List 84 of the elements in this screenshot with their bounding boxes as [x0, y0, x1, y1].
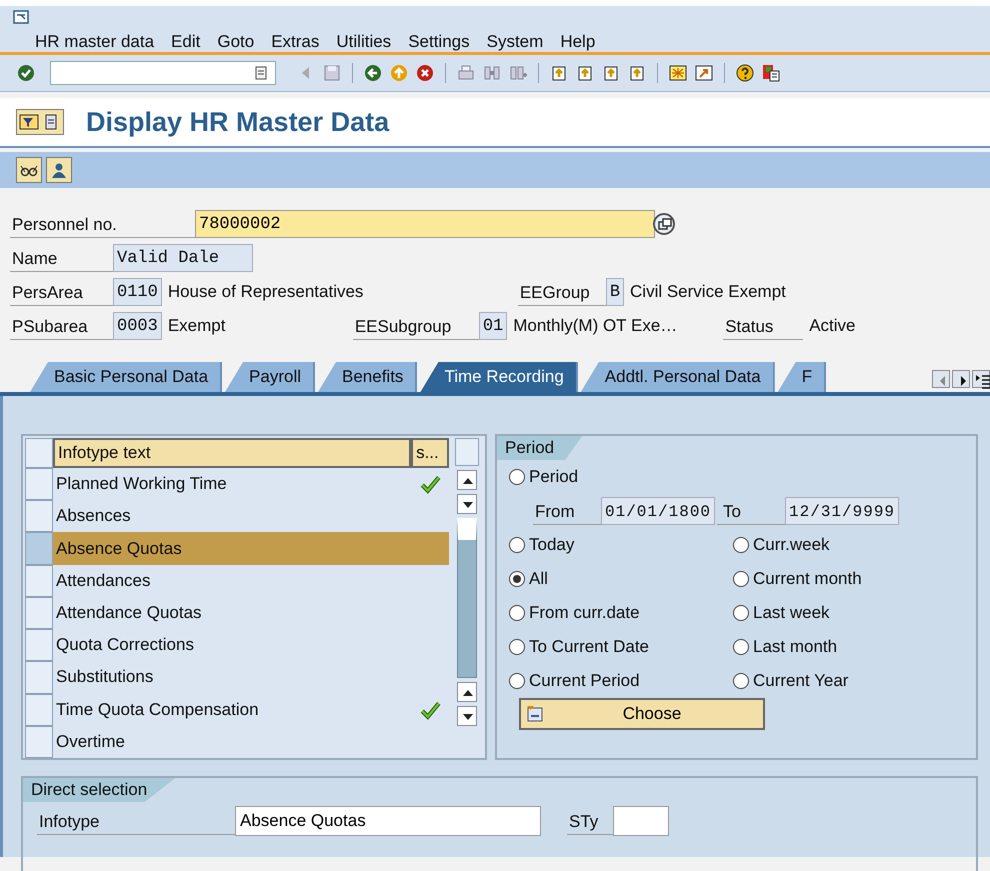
radio-option[interactable]: Last month [733, 630, 976, 664]
tab[interactable]: Basic Personal Data [30, 362, 222, 392]
choose-button[interactable]: Choose [519, 698, 765, 730]
menu-item[interactable]: Utilities [336, 32, 392, 52]
pers-area-text: House of Representatives [166, 282, 364, 302]
from-date-field[interactable]: 01/01/1800 [601, 497, 716, 525]
tab[interactable]: Payroll [225, 362, 315, 392]
p-subarea-field: 0003 [113, 312, 162, 340]
menu-item[interactable]: Goto [217, 32, 254, 52]
status-text: Active [808, 316, 856, 336]
personnel-number-field[interactable]: 78000002 [195, 210, 655, 238]
radio-icon[interactable] [733, 537, 749, 553]
scroll-right-button[interactable] [952, 370, 970, 388]
radio-icon[interactable] [733, 605, 749, 621]
radio-option[interactable]: From curr.date [509, 596, 733, 630]
menu-item[interactable]: HR master data [35, 32, 154, 52]
ee-group-text: Civil Service Exempt [629, 282, 786, 302]
table-cell[interactable]: Attendances [53, 564, 450, 597]
pers-area-field: 0110 [113, 278, 162, 306]
radio-icon[interactable] [509, 639, 525, 655]
radio-option[interactable]: Current Period [509, 664, 733, 698]
save-icon[interactable] [322, 63, 342, 83]
radio-option[interactable]: To Current Date [509, 630, 733, 664]
ee-subgroup-text: Monthly(M) OT Exe… [512, 316, 678, 336]
tab[interactable]: F [778, 362, 826, 392]
tab[interactable]: Addtl. Personal Data [580, 362, 775, 392]
toolbar-button[interactable] [16, 109, 64, 135]
enter-icon[interactable] [16, 63, 36, 83]
tab[interactable]: Benefits [318, 362, 418, 392]
table-cell[interactable]: Absence Quotas [53, 532, 450, 565]
radio-icon[interactable] [733, 673, 749, 689]
ee-group-field: B [606, 278, 624, 306]
table-cell[interactable]: Absences [53, 500, 450, 532]
selection-icon[interactable] [525, 704, 545, 724]
field-label: EESubgroup [352, 312, 479, 340]
table-cell[interactable]: Time Quota Compensation [53, 694, 450, 726]
radio-option[interactable]: All [509, 562, 733, 596]
menu-item[interactable]: System [486, 32, 544, 52]
group-title: Period [497, 436, 582, 460]
select-all-cell[interactable] [25, 438, 53, 468]
screen-title: Display HR Master Data [86, 106, 390, 138]
layout-icon[interactable] [761, 63, 781, 83]
table-cell[interactable]: Quota Corrections [53, 629, 450, 662]
menu-item[interactable]: Settings [408, 32, 470, 52]
radio-option[interactable]: Last week [733, 596, 976, 630]
radio-icon[interactable] [509, 469, 525, 485]
radio-option[interactable]: Today [509, 528, 733, 562]
column-header[interactable]: s... [411, 438, 450, 468]
menu-item[interactable]: Edit [171, 32, 200, 52]
radio-icon[interactable] [509, 673, 525, 689]
command-field[interactable] [50, 61, 276, 85]
column-header[interactable]: Infotype text [53, 438, 412, 468]
group-title: Direct selection [23, 778, 176, 802]
radio-icon[interactable] [733, 639, 749, 655]
menu-item[interactable]: Extras [271, 32, 320, 52]
table-cell[interactable]: Planned Working Time [53, 468, 450, 500]
scrollbar[interactable] [457, 518, 478, 678]
help-icon[interactable] [735, 63, 755, 83]
table-cell[interactable]: Overtime [53, 726, 450, 758]
column-settings-cell[interactable] [455, 438, 480, 466]
tab-list-button[interactable] [972, 370, 990, 388]
field-label: Status [723, 312, 804, 340]
cancel-icon[interactable] [415, 63, 435, 83]
name-field: Valid Dale [113, 244, 253, 272]
infotype-field[interactable]: Absence Quotas [235, 806, 541, 836]
person-filter-icon[interactable] [19, 112, 39, 132]
subtype-field[interactable] [613, 806, 669, 836]
to-date-field[interactable]: 12/31/9999 [785, 497, 900, 525]
radio-icon[interactable] [509, 571, 525, 587]
shortcut-icon[interactable] [694, 63, 714, 83]
p-subarea-text: Exempt [166, 316, 226, 336]
radio-option[interactable]: Curr.week [733, 528, 976, 562]
radio-icon[interactable] [509, 605, 525, 621]
table-cell[interactable]: Substitutions [53, 661, 450, 694]
radio-option[interactable]: Current month [733, 562, 976, 596]
new-window-icon[interactable] [668, 63, 688, 83]
radio-option[interactable]: Period [509, 460, 578, 494]
ee-subgroup-field: 01 [478, 312, 508, 340]
radio-icon[interactable] [509, 537, 525, 553]
table-cell[interactable]: Attendance Quotas [53, 596, 450, 630]
radio-option[interactable]: Current Year [733, 664, 976, 698]
menu-item[interactable]: Help [560, 32, 596, 52]
radio-icon[interactable] [733, 571, 749, 587]
tab[interactable]: Time Recording [420, 362, 578, 392]
